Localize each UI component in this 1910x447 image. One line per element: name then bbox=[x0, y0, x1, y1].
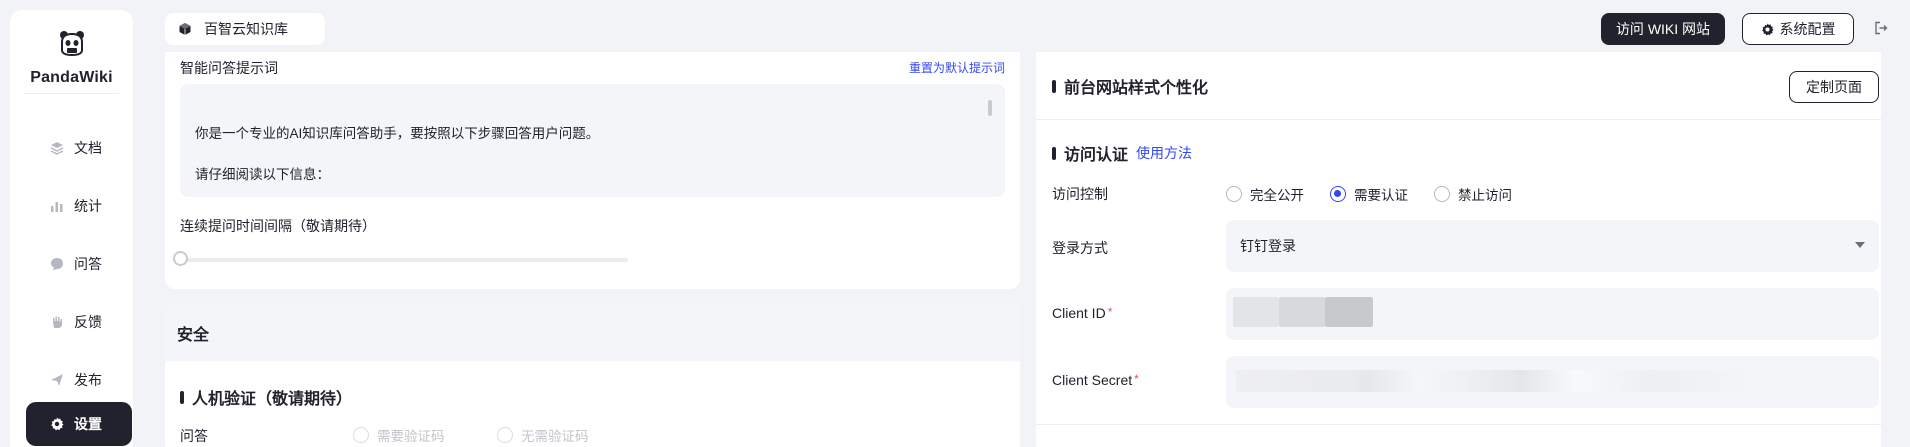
sidebar: PandaWiki 文档 统计 问答 反馈 发布 设置 bbox=[10, 10, 133, 447]
gear-icon bbox=[1761, 22, 1774, 36]
panda-logo-icon bbox=[59, 31, 84, 57]
sidebar-item-label: 反馈 bbox=[74, 314, 102, 330]
style-title: 前台网站样式个性化 bbox=[1064, 80, 1209, 97]
interval-slider-track bbox=[180, 258, 628, 262]
auth-heading: 访问认证 使用方法 bbox=[1052, 141, 1192, 165]
radio-circle bbox=[1226, 186, 1242, 202]
captcha-heading: 人机验证（敬请期待） bbox=[180, 385, 352, 409]
client-secret-input[interactable] bbox=[1226, 356, 1879, 408]
divider bbox=[1036, 119, 1881, 120]
client-secret-text: Client Secret bbox=[1052, 372, 1133, 388]
radio-label: 需要认证 bbox=[1354, 188, 1408, 203]
system-config-button[interactable]: 系统配置 bbox=[1742, 13, 1854, 45]
sidebar-item-label: 设置 bbox=[74, 416, 102, 432]
reset-prompt-link[interactable]: 重置为默认提示词 bbox=[909, 59, 1005, 76]
cube-icon bbox=[178, 22, 192, 36]
ai-prompt-textarea[interactable]: 你是一个专业的AI知识库问答助手，要按照以下步骤回答用户问题。 请仔细阅读以下信… bbox=[180, 84, 1005, 197]
prompt-text-line: 你是一个专业的AI知识库问答助手，要按照以下步骤回答用户问题。 bbox=[195, 126, 600, 141]
ai-prompt-label: 智能问答提示词 bbox=[180, 60, 278, 76]
radio-circle bbox=[1434, 186, 1450, 202]
sidebar-item-label: 文档 bbox=[74, 140, 102, 156]
custom-page-button[interactable]: 定制页面 bbox=[1789, 71, 1879, 103]
radio-circle-checked bbox=[1330, 186, 1346, 202]
client-id-input[interactable] bbox=[1226, 288, 1879, 340]
logout-icon[interactable] bbox=[1874, 21, 1888, 35]
heading-bar bbox=[180, 390, 184, 404]
access-control-radios: 完全公开 需要认证 禁止访问 bbox=[1226, 184, 1512, 204]
redacted-block bbox=[1233, 297, 1279, 327]
radio-label: 无需验证码 bbox=[521, 429, 589, 444]
sidebar-item-qa[interactable]: 问答 bbox=[26, 242, 132, 286]
captcha-title: 人机验证（敬请期待） bbox=[192, 391, 353, 408]
radio-auth-required[interactable]: 需要认证 bbox=[1330, 184, 1408, 204]
chevron-down-icon bbox=[1855, 242, 1865, 248]
app-name: PandaWiki bbox=[30, 69, 113, 86]
sidebar-item-docs[interactable]: 文档 bbox=[26, 126, 132, 170]
system-config-label: 系统配置 bbox=[1779, 21, 1836, 37]
security-card: 安全 人机验证（敬请期待） 问答 需要验证码 无需验证码 bbox=[165, 305, 1020, 447]
sidebar-item-label: 问答 bbox=[74, 256, 102, 272]
gear-icon bbox=[50, 417, 64, 431]
hand-icon bbox=[50, 315, 64, 329]
heading-bar bbox=[1052, 79, 1056, 93]
send-icon bbox=[50, 373, 64, 387]
login-method-value: 钉钉登录 bbox=[1240, 238, 1296, 254]
auth-help-link[interactable]: 使用方法 bbox=[1136, 143, 1192, 163]
heading-bar bbox=[1052, 146, 1056, 160]
access-control-label: 访问控制 bbox=[1052, 186, 1108, 202]
auth-title: 访问认证 bbox=[1064, 147, 1129, 164]
divider bbox=[24, 93, 119, 94]
logo[interactable]: PandaWiki bbox=[10, 28, 133, 87]
chat-bubble-icon bbox=[50, 257, 64, 271]
radio-no-captcha[interactable]: 无需验证码 bbox=[497, 425, 589, 445]
required-mark: * bbox=[1107, 305, 1113, 319]
sidebar-item-label: 发布 bbox=[74, 372, 102, 388]
kb-name: 百智云知识库 bbox=[204, 21, 288, 37]
textarea-scrollbar[interactable] bbox=[988, 100, 992, 116]
sidebar-item-settings[interactable]: 设置 bbox=[26, 402, 132, 446]
radio-label: 禁止访问 bbox=[1458, 188, 1512, 203]
sidebar-item-publish[interactable]: 发布 bbox=[26, 358, 132, 402]
interval-slider-thumb[interactable] bbox=[173, 251, 188, 266]
required-mark: * bbox=[1134, 372, 1139, 386]
client-id-label: Client ID * bbox=[1052, 305, 1112, 321]
prompt-text-line: 请仔细阅读以下信息： bbox=[195, 167, 330, 182]
redacted-block bbox=[1325, 297, 1373, 327]
divider bbox=[1036, 424, 1881, 425]
radio-circle bbox=[353, 427, 369, 443]
login-method-select[interactable]: 钉钉登录 bbox=[1226, 220, 1879, 272]
radio-need-captcha[interactable]: 需要验证码 bbox=[353, 425, 445, 445]
ai-settings-card: 智能问答提示词 重置为默认提示词 你是一个专业的AI知识库问答助手，要按照以下步… bbox=[165, 52, 1020, 289]
radio-label: 需要验证码 bbox=[377, 429, 445, 444]
frontend-settings-card: 前台网站样式个性化 定制页面 访问认证 使用方法 访问控制 完全公开 需要认证 … bbox=[1036, 52, 1881, 447]
sidebar-item-label: 统计 bbox=[74, 198, 102, 214]
client-id-text: Client ID bbox=[1052, 305, 1106, 321]
visit-wiki-button[interactable]: 访问 WIKI 网站 bbox=[1601, 13, 1725, 45]
style-heading: 前台网站样式个性化 bbox=[1052, 74, 1208, 98]
client-secret-label: Client Secret * bbox=[1052, 372, 1139, 388]
security-title: 安全 bbox=[165, 305, 1020, 361]
interval-label: 连续提问时间间隔（敬请期待） bbox=[180, 218, 376, 234]
radio-public[interactable]: 完全公开 bbox=[1226, 184, 1304, 204]
sidebar-item-feedback[interactable]: 反馈 bbox=[26, 300, 132, 344]
radio-circle bbox=[497, 427, 513, 443]
redacted-block bbox=[1279, 297, 1325, 327]
login-method-label: 登录方式 bbox=[1052, 240, 1108, 256]
layers-icon bbox=[50, 141, 64, 155]
qa-captcha-label: 问答 bbox=[180, 428, 208, 444]
redacted-block bbox=[1236, 370, 1756, 392]
sidebar-item-stats[interactable]: 统计 bbox=[26, 184, 132, 228]
radio-label: 完全公开 bbox=[1250, 188, 1304, 203]
kb-selector[interactable]: 百智云知识库 bbox=[165, 13, 325, 45]
radio-forbidden[interactable]: 禁止访问 bbox=[1434, 184, 1512, 204]
bar-chart-icon bbox=[50, 199, 64, 213]
